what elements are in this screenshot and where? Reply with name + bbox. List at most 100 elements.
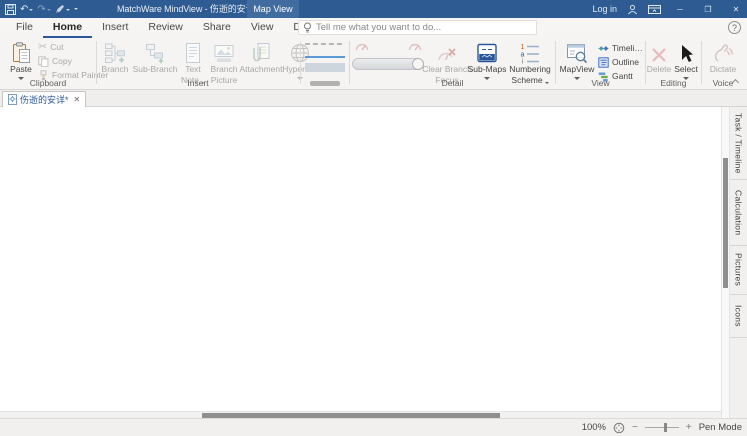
tab-view[interactable]: View [241, 18, 284, 38]
mindview-window: ↶ ↷ MatchWare MindView - 伤逝的安详 Map View … [0, 0, 747, 436]
map-view-icon [566, 42, 588, 64]
close-button[interactable]: ✕ [727, 0, 745, 18]
redo-button[interactable]: ↷ [37, 4, 50, 15]
pen-mode-qat-button[interactable] [55, 4, 70, 14]
document-tab-title: 伤逝的安详* [20, 93, 69, 106]
group-label-clipboard: Clipboard [0, 78, 96, 88]
minimize-button[interactable]: ─ [671, 0, 689, 18]
text-note-icon [183, 42, 203, 64]
window-title: MatchWare MindView - 伤逝的安详 [117, 0, 254, 18]
pen-mode-toggle[interactable]: Pen Mode [699, 422, 742, 433]
outline-button[interactable]: Outline [598, 56, 643, 69]
side-tab-calculation[interactable]: Calculation [730, 180, 747, 246]
chevron-down-icon [47, 9, 51, 13]
group-detail: Clear Branch Focus Sub-Maps [350, 38, 555, 89]
status-bar: 100% − + Pen Mode [0, 418, 747, 436]
group-label-detail: Detail [350, 78, 555, 88]
sub-branch-button[interactable]: Sub-Branch [133, 40, 177, 75]
vertical-scrollbar-thumb[interactable] [723, 158, 728, 288]
outline-icon [598, 57, 609, 68]
timeline-button[interactable]: Timeli… [598, 42, 643, 55]
save-button[interactable] [5, 4, 16, 15]
gallery-row-line [305, 56, 345, 58]
group-view: MapView Timeli… Outli [556, 38, 645, 89]
paste-icon [11, 42, 32, 64]
horizontal-scrollbar[interactable] [0, 411, 721, 418]
collapse-ribbon-icon[interactable] [732, 78, 739, 85]
select-button[interactable]: Select [672, 40, 700, 83]
gallery-row-bar [305, 63, 345, 72]
dictate-icon [712, 42, 734, 64]
group-styles-gallery[interactable] [301, 38, 349, 89]
save-icon [5, 4, 16, 15]
delete-icon [650, 46, 668, 64]
ribbon-display-options-icon[interactable] [648, 4, 661, 15]
tab-share[interactable]: Share [193, 18, 241, 38]
restore-button[interactable]: ❐ [699, 0, 717, 18]
branch-icon [104, 42, 126, 64]
user-icon[interactable] [627, 4, 638, 15]
group-label-editing: Editing [646, 78, 701, 88]
gallery-row-dashes [305, 43, 345, 45]
undo-button[interactable]: ↶ [20, 4, 33, 15]
sub-maps-icon [476, 42, 498, 64]
customize-qat-button[interactable] [74, 7, 78, 12]
group-insert: Branch Sub-Branch [97, 38, 299, 89]
sub-branch-icon [144, 42, 166, 64]
zoom-out-button[interactable]: − [632, 423, 638, 433]
side-tab-icons[interactable]: Icons [730, 295, 747, 338]
numbering-scheme-icon: 1 a i [519, 42, 541, 64]
ribbon-tab-row: File Home Insert Review Share View Desig… [0, 18, 747, 38]
branch-picture-icon [213, 42, 235, 64]
side-panel: Task / Timeline Calculation Pictures Ico… [730, 107, 747, 418]
ribbon: Paste ✂ Cut Copy [0, 38, 747, 90]
group-clipboard: Paste ✂ Cut Copy [0, 38, 96, 89]
document-icon [8, 94, 17, 105]
pen-icon [55, 4, 65, 14]
zoom-slider[interactable] [645, 427, 679, 428]
fit-to-window-icon[interactable] [613, 422, 625, 434]
tab-home[interactable]: Home [43, 18, 92, 38]
map-view-context-tab[interactable]: Map View [247, 0, 299, 18]
svg-text:1: 1 [521, 44, 525, 51]
copy-icon [38, 56, 49, 67]
branch-button[interactable]: Branch [97, 40, 133, 75]
tell-me-search[interactable] [298, 20, 537, 35]
tab-review[interactable]: Review [138, 18, 192, 38]
branch-focus-slider[interactable] [352, 58, 424, 70]
side-tab-pictures[interactable]: Pictures [730, 246, 747, 295]
map-view-button[interactable]: MapView [558, 40, 596, 83]
document-tab-bar: 伤逝的安详* ✕ [0, 90, 747, 107]
paste-button[interactable]: Paste [4, 40, 38, 83]
sub-maps-button[interactable]: Sub-Maps [468, 40, 506, 83]
quick-access-toolbar: ↶ ↷ [5, 0, 78, 18]
login-button[interactable]: Log in [592, 4, 617, 14]
map-canvas[interactable] [0, 107, 721, 411]
title-bar: ↶ ↷ MatchWare MindView - 伤逝的安详 Map View … [0, 0, 747, 18]
close-tab-icon[interactable]: ✕ [74, 95, 81, 104]
tab-insert[interactable]: Insert [92, 18, 138, 38]
tab-file[interactable]: File [6, 18, 43, 38]
zoom-level: 100% [582, 422, 606, 433]
help-icon[interactable]: ? [728, 21, 741, 34]
document-tab[interactable]: 伤逝的安详* ✕ [2, 91, 86, 107]
group-editing: Delete Select Editing [646, 38, 701, 89]
vertical-scrollbar[interactable] [721, 107, 730, 418]
branch-focus-gauge-icon [355, 42, 369, 51]
cut-icon: ✂ [38, 42, 47, 53]
zoom-slider-thumb[interactable] [664, 423, 667, 432]
zoom-in-button[interactable]: + [686, 423, 692, 433]
clear-branch-focus-icon [437, 46, 457, 64]
gallery-label-blur [310, 81, 340, 86]
group-label-view: View [556, 78, 645, 88]
chevron-down-icon [29, 9, 33, 13]
delete-button[interactable]: Delete [646, 40, 672, 75]
dictate-button[interactable]: Dictate [704, 40, 742, 75]
attachment-button[interactable]: Attachment [241, 40, 281, 75]
chevron-down-icon [74, 8, 78, 12]
attachment-icon [250, 42, 272, 64]
search-input[interactable] [316, 22, 532, 33]
side-tab-task-timeline[interactable]: Task / Timeline [730, 107, 747, 180]
select-cursor-icon [677, 44, 695, 64]
lightbulb-icon [303, 22, 312, 34]
